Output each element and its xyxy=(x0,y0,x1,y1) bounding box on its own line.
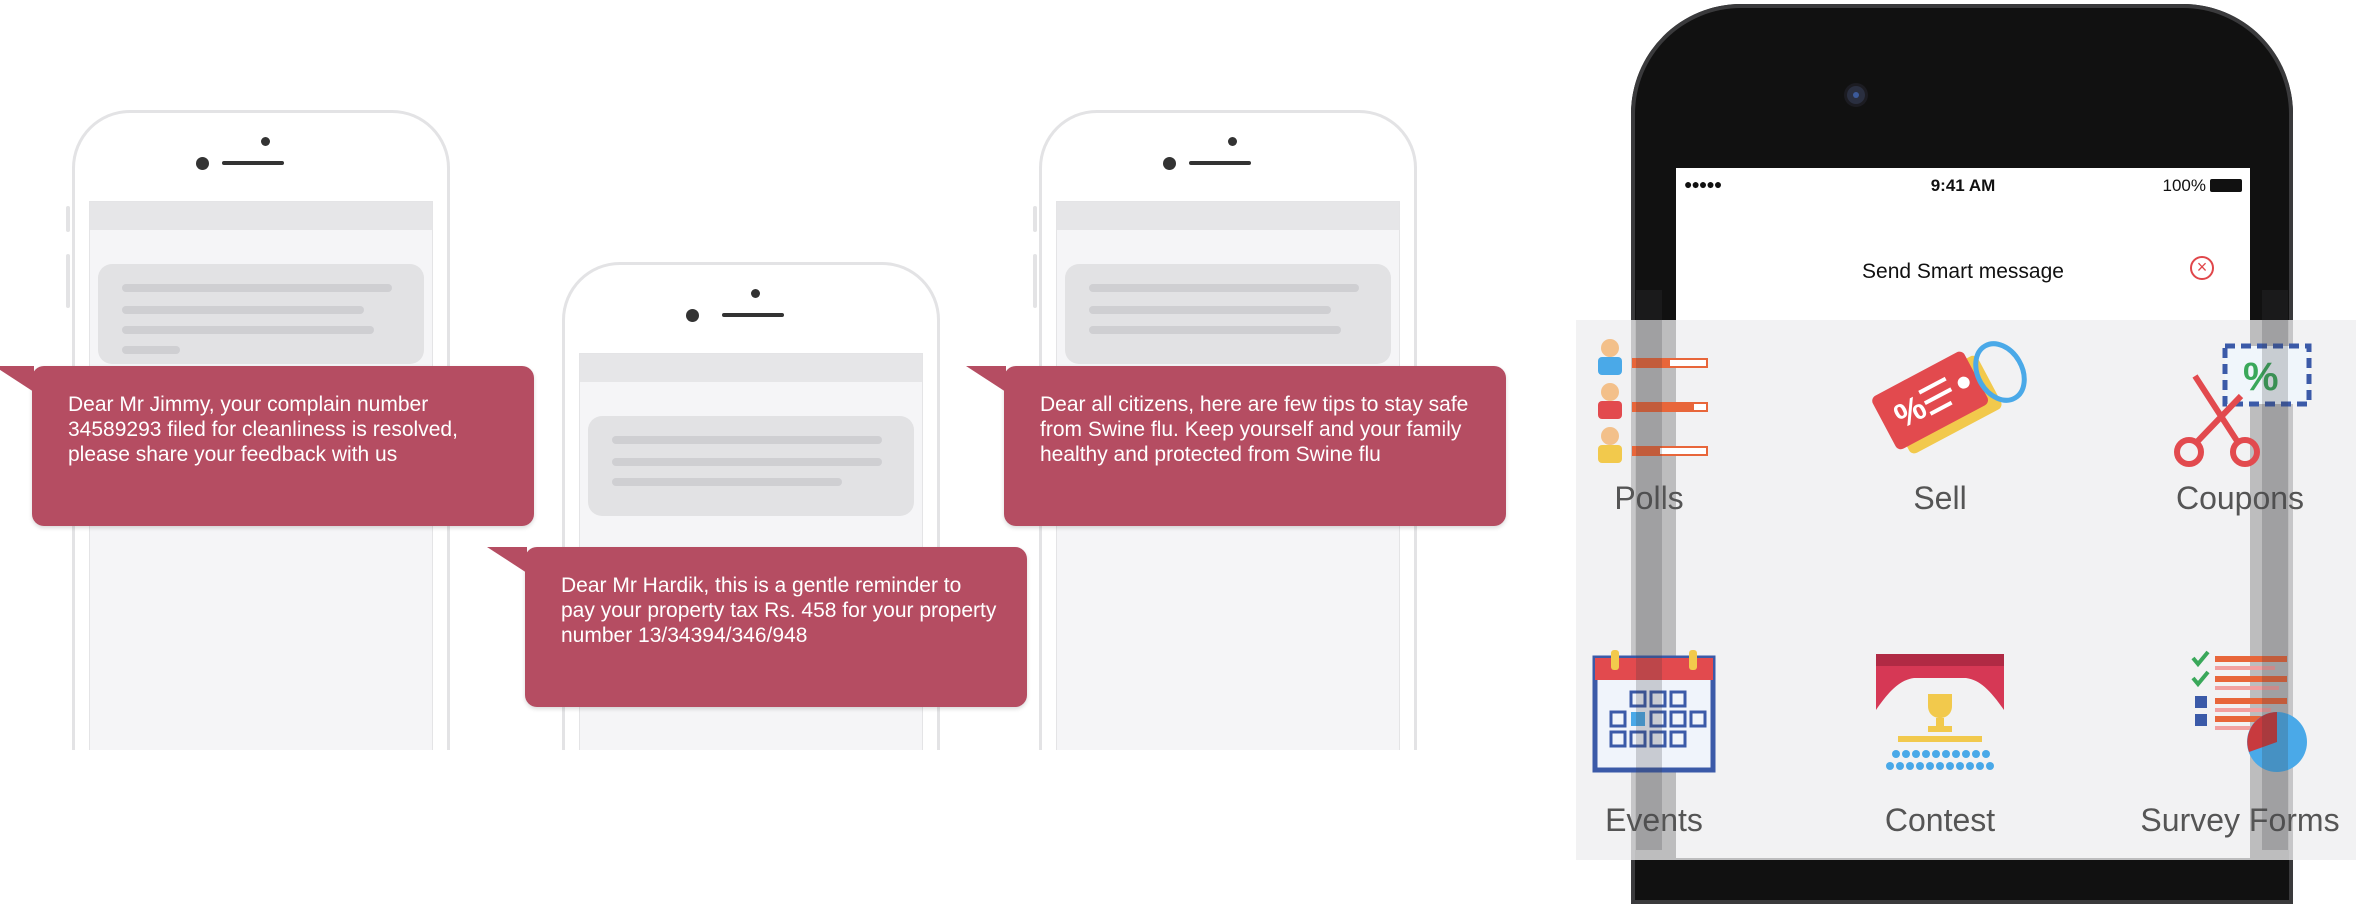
message-bubble-complaint: Dear Mr Jimmy, your complain number 3458… xyxy=(0,366,534,526)
feature-sell[interactable]: % Sell xyxy=(1830,332,2050,517)
message-text: Dear all citizens, here are few tips to … xyxy=(1040,393,1469,467)
message-text: Dear Mr Jimmy, your complain number 3458… xyxy=(68,393,458,467)
message-placeholder-card xyxy=(98,264,424,364)
camera-dot xyxy=(751,289,760,298)
camera-lens xyxy=(1163,157,1176,170)
status-bar: ●●●●● 9:41 AM 100% xyxy=(1676,168,2250,208)
feature-coupons[interactable]: % Coupons xyxy=(2130,332,2350,517)
survey-chart-icon xyxy=(2191,650,2307,772)
camera-dot xyxy=(1228,137,1237,146)
speaker-grill xyxy=(1189,161,1251,165)
camera-dot xyxy=(261,137,270,146)
close-circle-icon[interactable]: × xyxy=(2190,256,2214,280)
speaker-grill xyxy=(222,161,284,165)
camera-lens xyxy=(196,157,209,170)
feature-label: Contest xyxy=(1884,802,1996,838)
price-tag-icon: % xyxy=(1872,341,2027,454)
feature-label: Survey Forms xyxy=(2140,802,2340,838)
message-placeholder-card xyxy=(1065,264,1391,364)
trophy-stage-icon xyxy=(1876,654,2004,770)
message-bubble-tax-reminder: Dear Mr Hardik, this is a gentle reminde… xyxy=(487,547,1027,707)
battery-percent: 100% xyxy=(2162,176,2206,195)
device-edge-left xyxy=(1636,290,1662,850)
camera-lens xyxy=(686,309,699,322)
message-bubble-health-tips: Dear all citizens, here are few tips to … xyxy=(966,366,1506,526)
message-text: Dear Mr Hardik, this is a gentle reminde… xyxy=(561,574,997,648)
battery-icon xyxy=(2210,179,2242,192)
feature-survey-forms[interactable]: Survey Forms xyxy=(2130,648,2350,839)
device-edge-right xyxy=(2262,290,2288,850)
message-placeholder-card xyxy=(588,416,914,516)
speaker-grill xyxy=(722,313,784,317)
feature-contest[interactable]: Contest xyxy=(1830,650,2050,839)
feature-label: Sell xyxy=(1913,480,1967,516)
feature-label: Coupons xyxy=(2175,480,2305,516)
front-camera xyxy=(1847,86,1865,104)
page-title: Send Smart message xyxy=(1862,260,2064,283)
coupon-scissors-icon: % xyxy=(2174,343,2312,467)
